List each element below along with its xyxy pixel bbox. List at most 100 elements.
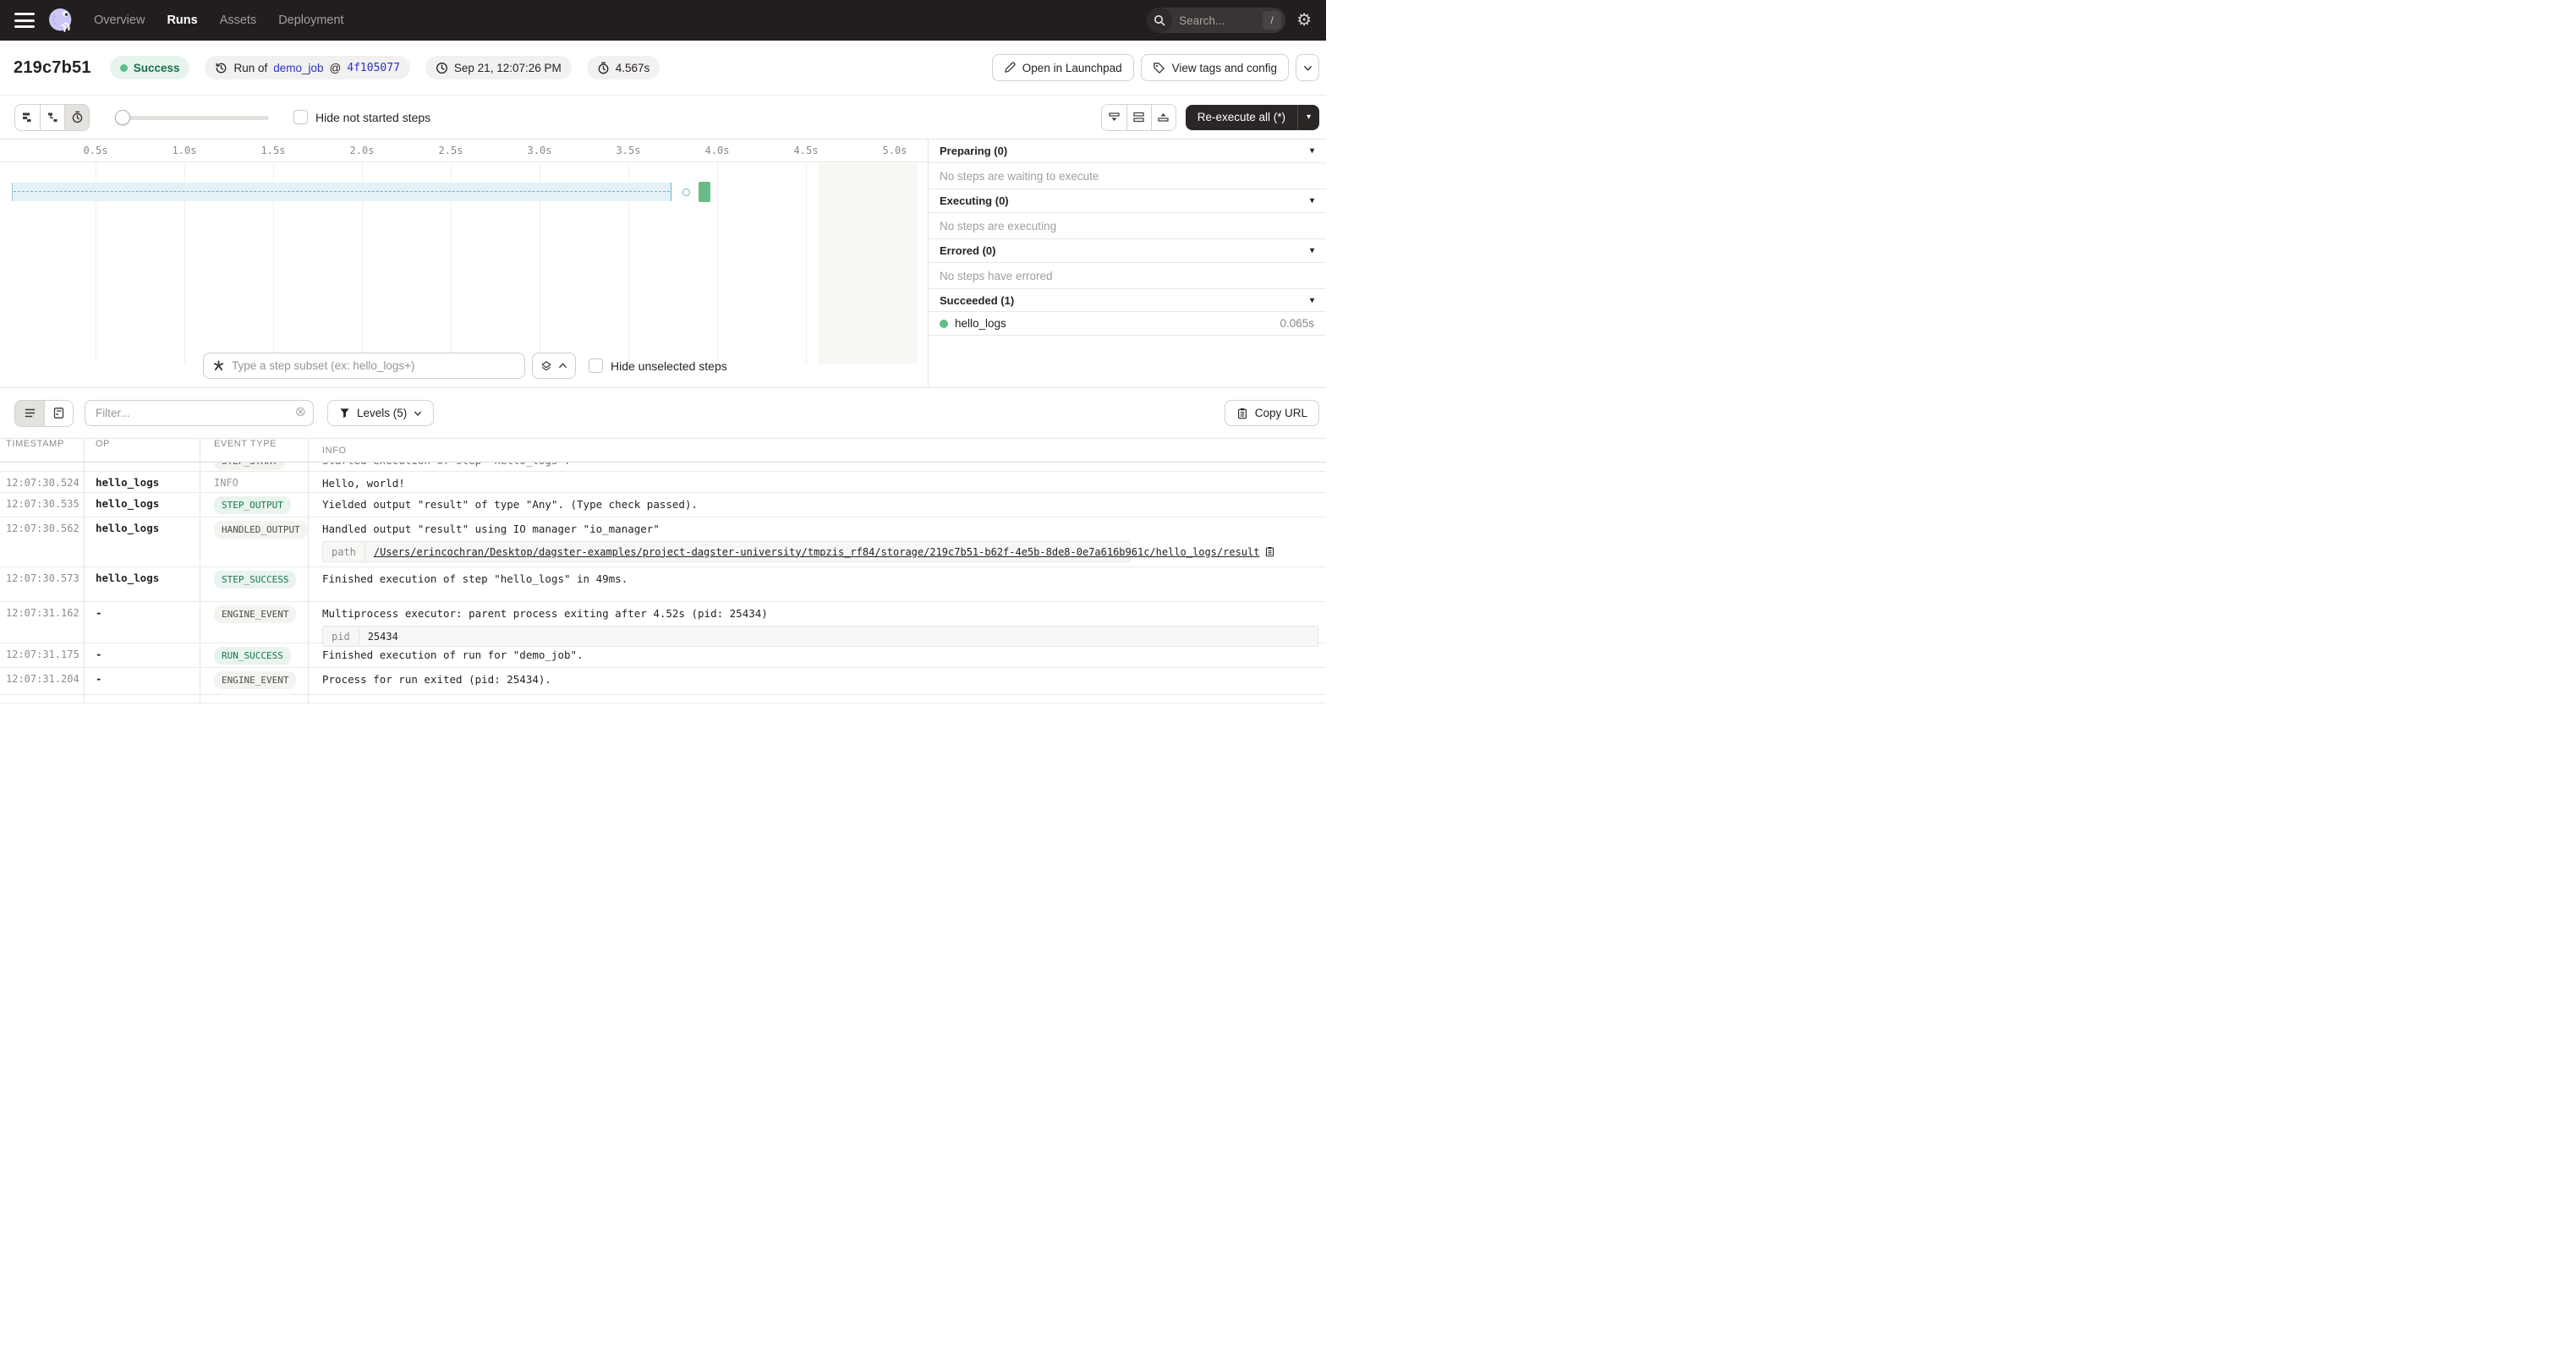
- panel-empty-state: No steps have errored: [929, 263, 1326, 289]
- log-message: Yielded output "result" of type "Any". (…: [322, 493, 1326, 511]
- slider-track[interactable]: [115, 116, 269, 120]
- gantt-toolbar: Hide not started steps Re-execute all (*…: [0, 96, 1326, 140]
- event-type-badge: RUN_SUCCESS: [214, 647, 291, 665]
- log-toolbar: ⊗ Levels (5) Copy URL: [0, 387, 1326, 439]
- top-nav: Overview Runs Assets Deployment / ⚙: [0, 0, 1326, 41]
- graph-query-toggle-button[interactable]: [532, 353, 576, 379]
- nav-item-runs[interactable]: Runs: [167, 14, 197, 27]
- waterfall-view-button[interactable]: [40, 105, 64, 130]
- log-row[interactable]: 12:07:31.162-ENGINE_EVENTMultiprocess ex…: [0, 602, 1326, 643]
- step-subset-input[interactable]: [232, 359, 516, 372]
- flat-view-icon: [21, 111, 34, 123]
- log-row[interactable]: STEP_STARTStarted execution of step "hel…: [0, 462, 1326, 472]
- slider-handle[interactable]: [115, 110, 130, 125]
- dagster-logo[interactable]: [47, 6, 75, 35]
- search-input[interactable]: [1172, 14, 1263, 27]
- axis-tick-label: 4.5s: [794, 145, 819, 156]
- reexecute-all-button[interactable]: Re-execute all (*) ▾: [1186, 105, 1319, 130]
- expand-bottom-button[interactable]: [1102, 105, 1126, 130]
- axis-tick-label: 5.0s: [883, 145, 907, 156]
- status-badge: Success: [110, 56, 190, 79]
- structured-log-button[interactable]: [44, 401, 73, 426]
- commit-link[interactable]: 4f105077: [347, 62, 400, 74]
- log-filter-input[interactable]: [85, 400, 314, 426]
- success-dot-icon: [120, 64, 128, 72]
- log-op: -: [85, 602, 200, 643]
- copy-path-icon[interactable]: [1264, 546, 1275, 557]
- run-header: 219c7b51 Success Run of demo_job @ 4f105…: [0, 41, 1326, 96]
- gridline: [717, 163, 718, 364]
- panel-section-header[interactable]: Executing (0)▾: [929, 189, 1326, 213]
- header-info: INFO: [309, 446, 1326, 456]
- step-subset-input-wrap[interactable]: [203, 353, 525, 379]
- log-message: Finished execution of run for "demo_job"…: [322, 643, 1326, 661]
- log-row[interactable]: 12:07:30.535hello_logsSTEP_OUTPUTYielded…: [0, 493, 1326, 517]
- levels-dropdown-button[interactable]: Levels (5): [327, 400, 434, 426]
- panel-section-header[interactable]: Succeeded (1)▾: [929, 289, 1326, 312]
- run-actions-caret-button[interactable]: [1296, 54, 1319, 81]
- pencil-icon: [1004, 62, 1016, 74]
- collapse-caret-icon[interactable]: ▾: [1310, 296, 1314, 305]
- unstructured-log-button[interactable]: [15, 401, 44, 426]
- dependency-dashed-line: [14, 191, 670, 192]
- collapse-caret-icon[interactable]: ▾: [1310, 196, 1314, 205]
- log-row[interactable]: 12:07:30.562hello_logsHANDLED_OUTPUTHand…: [0, 517, 1326, 567]
- run-id-title: 219c7b51: [14, 58, 91, 78]
- expand-top-button[interactable]: [1151, 105, 1176, 130]
- clock-icon: [436, 62, 448, 74]
- beyond-run-end-region: [818, 163, 918, 364]
- nav-item-deployment[interactable]: Deployment: [278, 14, 343, 27]
- global-search[interactable]: /: [1147, 8, 1285, 33]
- gantt-zoom-slider[interactable]: [115, 105, 269, 130]
- event-type-badge: STEP_SUCCESS: [214, 571, 296, 588]
- timed-view-button[interactable]: [64, 105, 89, 130]
- hide-not-started-checkbox[interactable]: [293, 110, 308, 124]
- reexecute-caret[interactable]: ▾: [1298, 112, 1319, 122]
- panel-section-header[interactable]: Errored (0)▾: [929, 239, 1326, 263]
- gantt-time-axis: 0.5s1.0s1.5s2.0s2.5s3.0s3.5s4.0s4.5s5.0s: [0, 140, 928, 162]
- collapse-caret-icon[interactable]: ▾: [1310, 246, 1314, 255]
- panel-step-row[interactable]: hello_logs0.065s: [929, 312, 1326, 336]
- event-type-badge: HANDLED_OUTPUT: [214, 521, 308, 539]
- log-op: hello_logs: [85, 567, 200, 601]
- step-name: hello_logs: [955, 317, 1006, 330]
- log-timestamp: 12:07:30.562: [0, 517, 85, 566]
- nav-item-assets[interactable]: Assets: [220, 14, 257, 27]
- clear-filter-icon[interactable]: ⊗: [295, 406, 306, 419]
- hide-unselected-checkbox[interactable]: [589, 358, 603, 373]
- nav-item-overview[interactable]: Overview: [94, 14, 145, 27]
- tag-icon: [1153, 62, 1165, 74]
- axis-tick-label: 2.5s: [439, 145, 463, 156]
- log-row[interactable]: 12:07:30.524hello_logsINFOHello, world!: [0, 472, 1326, 493]
- log-row[interactable]: 12:07:30.573hello_logsSTEP_SUCCESSFinish…: [0, 567, 1326, 602]
- log-row[interactable]: 12:07:31.204-ENGINE_EVENTProcess for run…: [0, 668, 1326, 695]
- log-message: Started execution of step "hello_logs".: [322, 462, 571, 467]
- log-timestamp: 12:07:30.573: [0, 567, 85, 601]
- job-link[interactable]: demo_job: [273, 62, 323, 74]
- axis-tick-label: 1.5s: [261, 145, 286, 156]
- open-in-launchpad-button[interactable]: Open in Launchpad: [992, 54, 1134, 81]
- panel-section-header[interactable]: Preparing (0)▾: [929, 140, 1326, 163]
- gantt-canvas[interactable]: [0, 163, 928, 364]
- log-row[interactable]: 12:07:31.175-RUN_SUCCESSFinished executi…: [0, 643, 1326, 668]
- step-bar-hello-logs[interactable]: [699, 182, 710, 202]
- log-timestamp: 12:07:30.535: [0, 493, 85, 517]
- metadata-path-link[interactable]: /Users/erincochran/Desktop/dagster-examp…: [374, 546, 1260, 558]
- dependency-band: [12, 183, 671, 201]
- event-type-text: INFO: [214, 472, 308, 489]
- hide-not-started-label: Hide not started steps: [315, 111, 430, 124]
- hide-unselected-label: Hide unselected steps: [611, 359, 727, 373]
- funnel-icon: [339, 408, 350, 419]
- list-view-icon: [24, 407, 36, 419]
- expand-top-icon: [1157, 111, 1170, 123]
- collapse-caret-icon[interactable]: ▾: [1310, 146, 1314, 156]
- gear-icon[interactable]: ⚙: [1296, 12, 1312, 29]
- split-view-button[interactable]: [1126, 105, 1151, 130]
- axis-tick-label: 3.0s: [528, 145, 552, 156]
- header-event-type: EVENT TYPE: [200, 439, 309, 462]
- hamburger-menu-icon[interactable]: [14, 13, 35, 28]
- log-table: TIMESTAMP OP EVENT TYPE INFO STEP_STARTS…: [0, 439, 1326, 703]
- flat-view-button[interactable]: [15, 105, 40, 130]
- copy-url-button[interactable]: Copy URL: [1225, 400, 1319, 426]
- view-tags-config-button[interactable]: View tags and config: [1141, 54, 1289, 81]
